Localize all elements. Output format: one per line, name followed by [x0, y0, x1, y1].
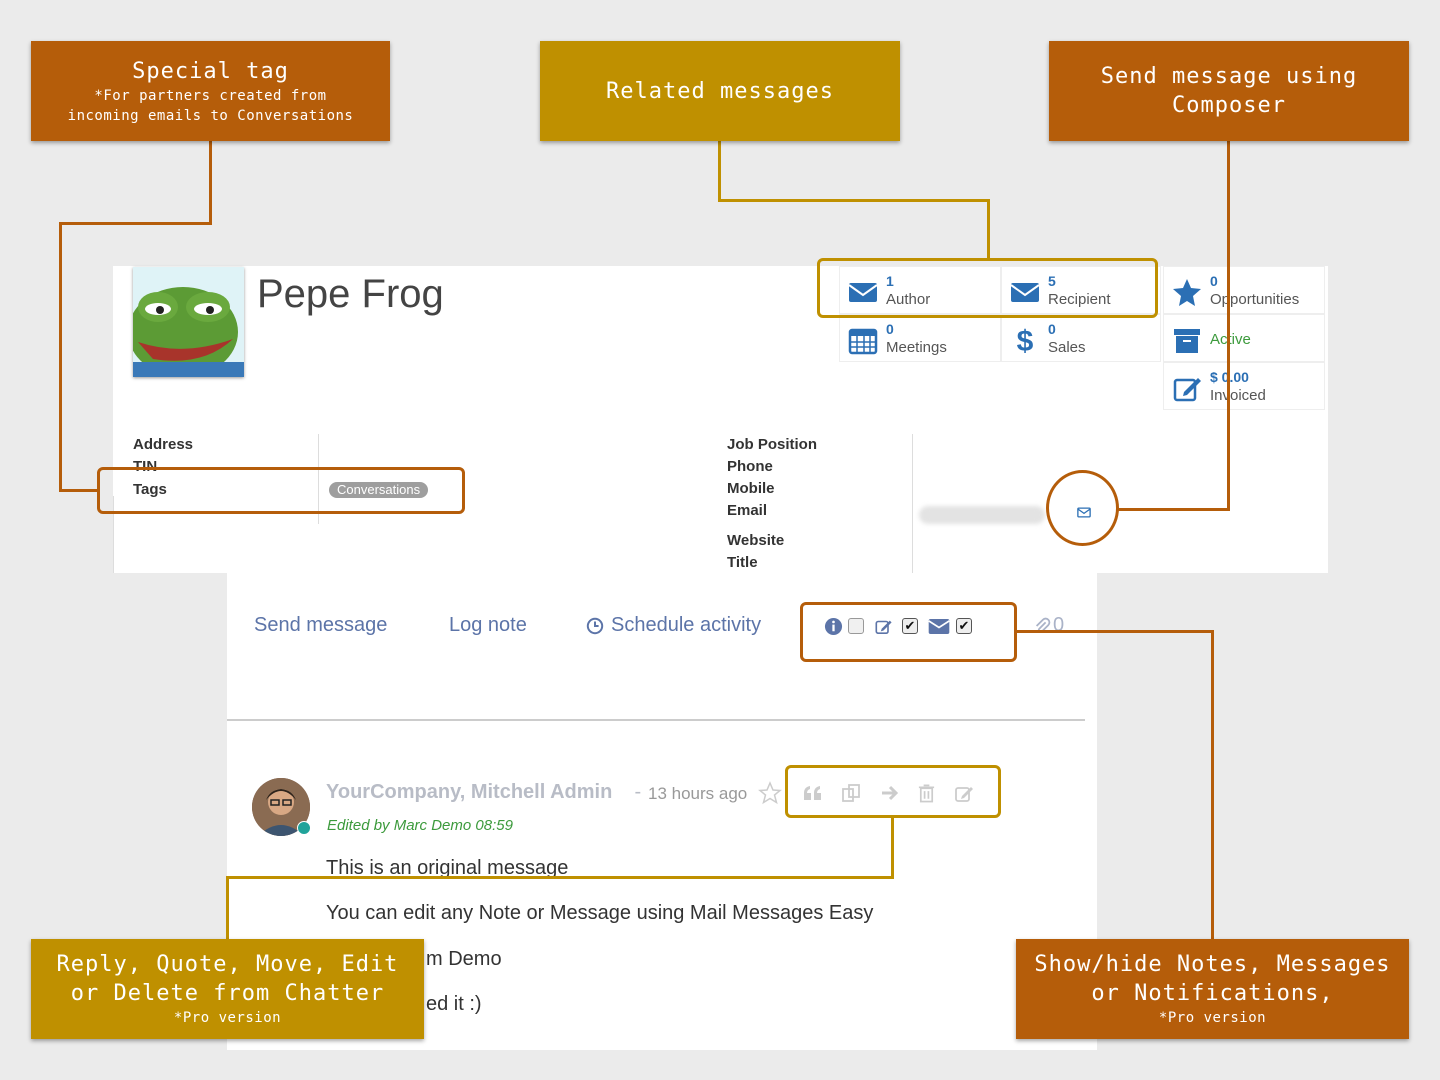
- schedule-activity-button[interactable]: Schedule activity: [611, 614, 761, 637]
- message-author[interactable]: YourCompany, Mitchell Admin: [326, 781, 612, 804]
- connector-line: [1227, 141, 1230, 511]
- stat-sales-button[interactable]: $ 0 Sales: [1001, 314, 1161, 362]
- message-line-2: You can edit any Note or Message using M…: [326, 902, 874, 924]
- field-divider: [912, 434, 913, 574]
- website-label: Website: [727, 532, 785, 549]
- connector-line: [59, 222, 62, 492]
- mobile-label: Mobile: [727, 480, 775, 497]
- connector-line: [226, 876, 894, 879]
- callout-title: or Notifications,: [1091, 981, 1334, 1006]
- stat-num: 0: [1048, 321, 1056, 337]
- stat-label: Sales: [1048, 339, 1086, 356]
- star-icon[interactable]: [758, 781, 782, 805]
- address-label: Address: [133, 436, 194, 453]
- callout-title: Related messages: [606, 78, 834, 104]
- clock-icon: [586, 617, 604, 635]
- email-value-blurred[interactable]: [919, 506, 1045, 524]
- attachment-count[interactable]: 0: [1053, 614, 1064, 637]
- stat-active-button[interactable]: Active: [1163, 314, 1325, 362]
- callout-subtitle: *Pro version: [1158, 1010, 1267, 1026]
- callout-special-tag: Special tag *For partners created from i…: [31, 41, 390, 141]
- related-messages-highlight: [817, 258, 1158, 318]
- partner-name[interactable]: Pepe Frog: [257, 272, 444, 317]
- tags-highlight: [97, 467, 465, 514]
- partner-avatar[interactable]: [133, 267, 244, 377]
- connector-line: [718, 141, 721, 202]
- connector-line: [1211, 630, 1214, 940]
- stat-opportunities-button[interactable]: 0 Opportunities: [1163, 266, 1325, 314]
- log-note-button[interactable]: Log note: [449, 614, 527, 637]
- callout-subtitle: *For partners created from: [94, 87, 327, 104]
- connector-line: [718, 199, 990, 202]
- connector-line: [987, 199, 990, 260]
- stat-invoiced-button[interactable]: $ 0.00 Invoiced: [1163, 362, 1325, 410]
- connector-line: [209, 141, 212, 225]
- filter-highlight: [800, 602, 1017, 662]
- star-icon: [1173, 279, 1201, 306]
- callout-title: or Delete from Chatter: [70, 981, 385, 1006]
- callout-title: Show/hide Notes, Messages: [1034, 952, 1391, 977]
- callout-title: Special tag: [132, 58, 289, 84]
- archive-icon: [1174, 329, 1200, 353]
- stat-num: 0: [1210, 273, 1218, 289]
- job-position-label: Job Position: [727, 436, 817, 453]
- stat-label: Meetings: [886, 339, 947, 356]
- stat-label: Opportunities: [1210, 291, 1300, 308]
- edit-icon: [1173, 378, 1201, 402]
- callout-subtitle: *Pro version: [173, 1010, 282, 1026]
- chatter-divider: [227, 719, 1085, 721]
- connector-line: [226, 876, 229, 940]
- callout-related-messages: Related messages: [540, 41, 900, 141]
- edited-by-note: Edited by Marc Demo 08:59: [327, 817, 513, 834]
- stat-meetings-button[interactable]: 0 Meetings: [839, 314, 1001, 362]
- message-sep: -: [629, 781, 647, 803]
- message-line-4: ed it :): [426, 993, 482, 1015]
- connector-line: [1117, 508, 1230, 511]
- stat-num: 0: [886, 321, 894, 337]
- callout-show-hide: Show/hide Notes, Messages or Notificatio…: [1016, 939, 1409, 1039]
- message-line-3: m Demo: [426, 948, 502, 970]
- message-time: 13 hours ago: [648, 784, 748, 803]
- connector-line: [59, 222, 212, 225]
- callout-subtitle: incoming emails to Conversations: [67, 107, 354, 124]
- connector-line: [1015, 630, 1214, 633]
- online-status-dot: [297, 821, 311, 835]
- send-message-button[interactable]: Send message: [254, 614, 387, 637]
- connector-line: [59, 489, 99, 492]
- connector-line: [891, 816, 894, 879]
- composer-highlight: [1046, 470, 1119, 546]
- calendar-icon: [848, 328, 878, 355]
- callout-reply-quote: Reply, Quote, Move, Edit or Delete from …: [31, 939, 424, 1039]
- message-actions-highlight: [785, 765, 1001, 818]
- title-label: Title: [727, 554, 758, 571]
- callout-title: Send message using: [1100, 64, 1358, 89]
- stat-label: Active: [1210, 331, 1251, 348]
- email-label: Email: [727, 502, 768, 519]
- callout-title: Reply, Quote, Move, Edit: [56, 952, 399, 977]
- dollar-icon: $: [1017, 325, 1034, 355]
- svg-text:$: $: [1017, 325, 1034, 355]
- callout-title: Composer: [1172, 93, 1286, 118]
- frog-image: [133, 267, 244, 377]
- callout-send-composer: Send message using Composer: [1049, 41, 1409, 141]
- phone-label: Phone: [727, 458, 773, 475]
- stat-label: Invoiced: [1210, 387, 1266, 404]
